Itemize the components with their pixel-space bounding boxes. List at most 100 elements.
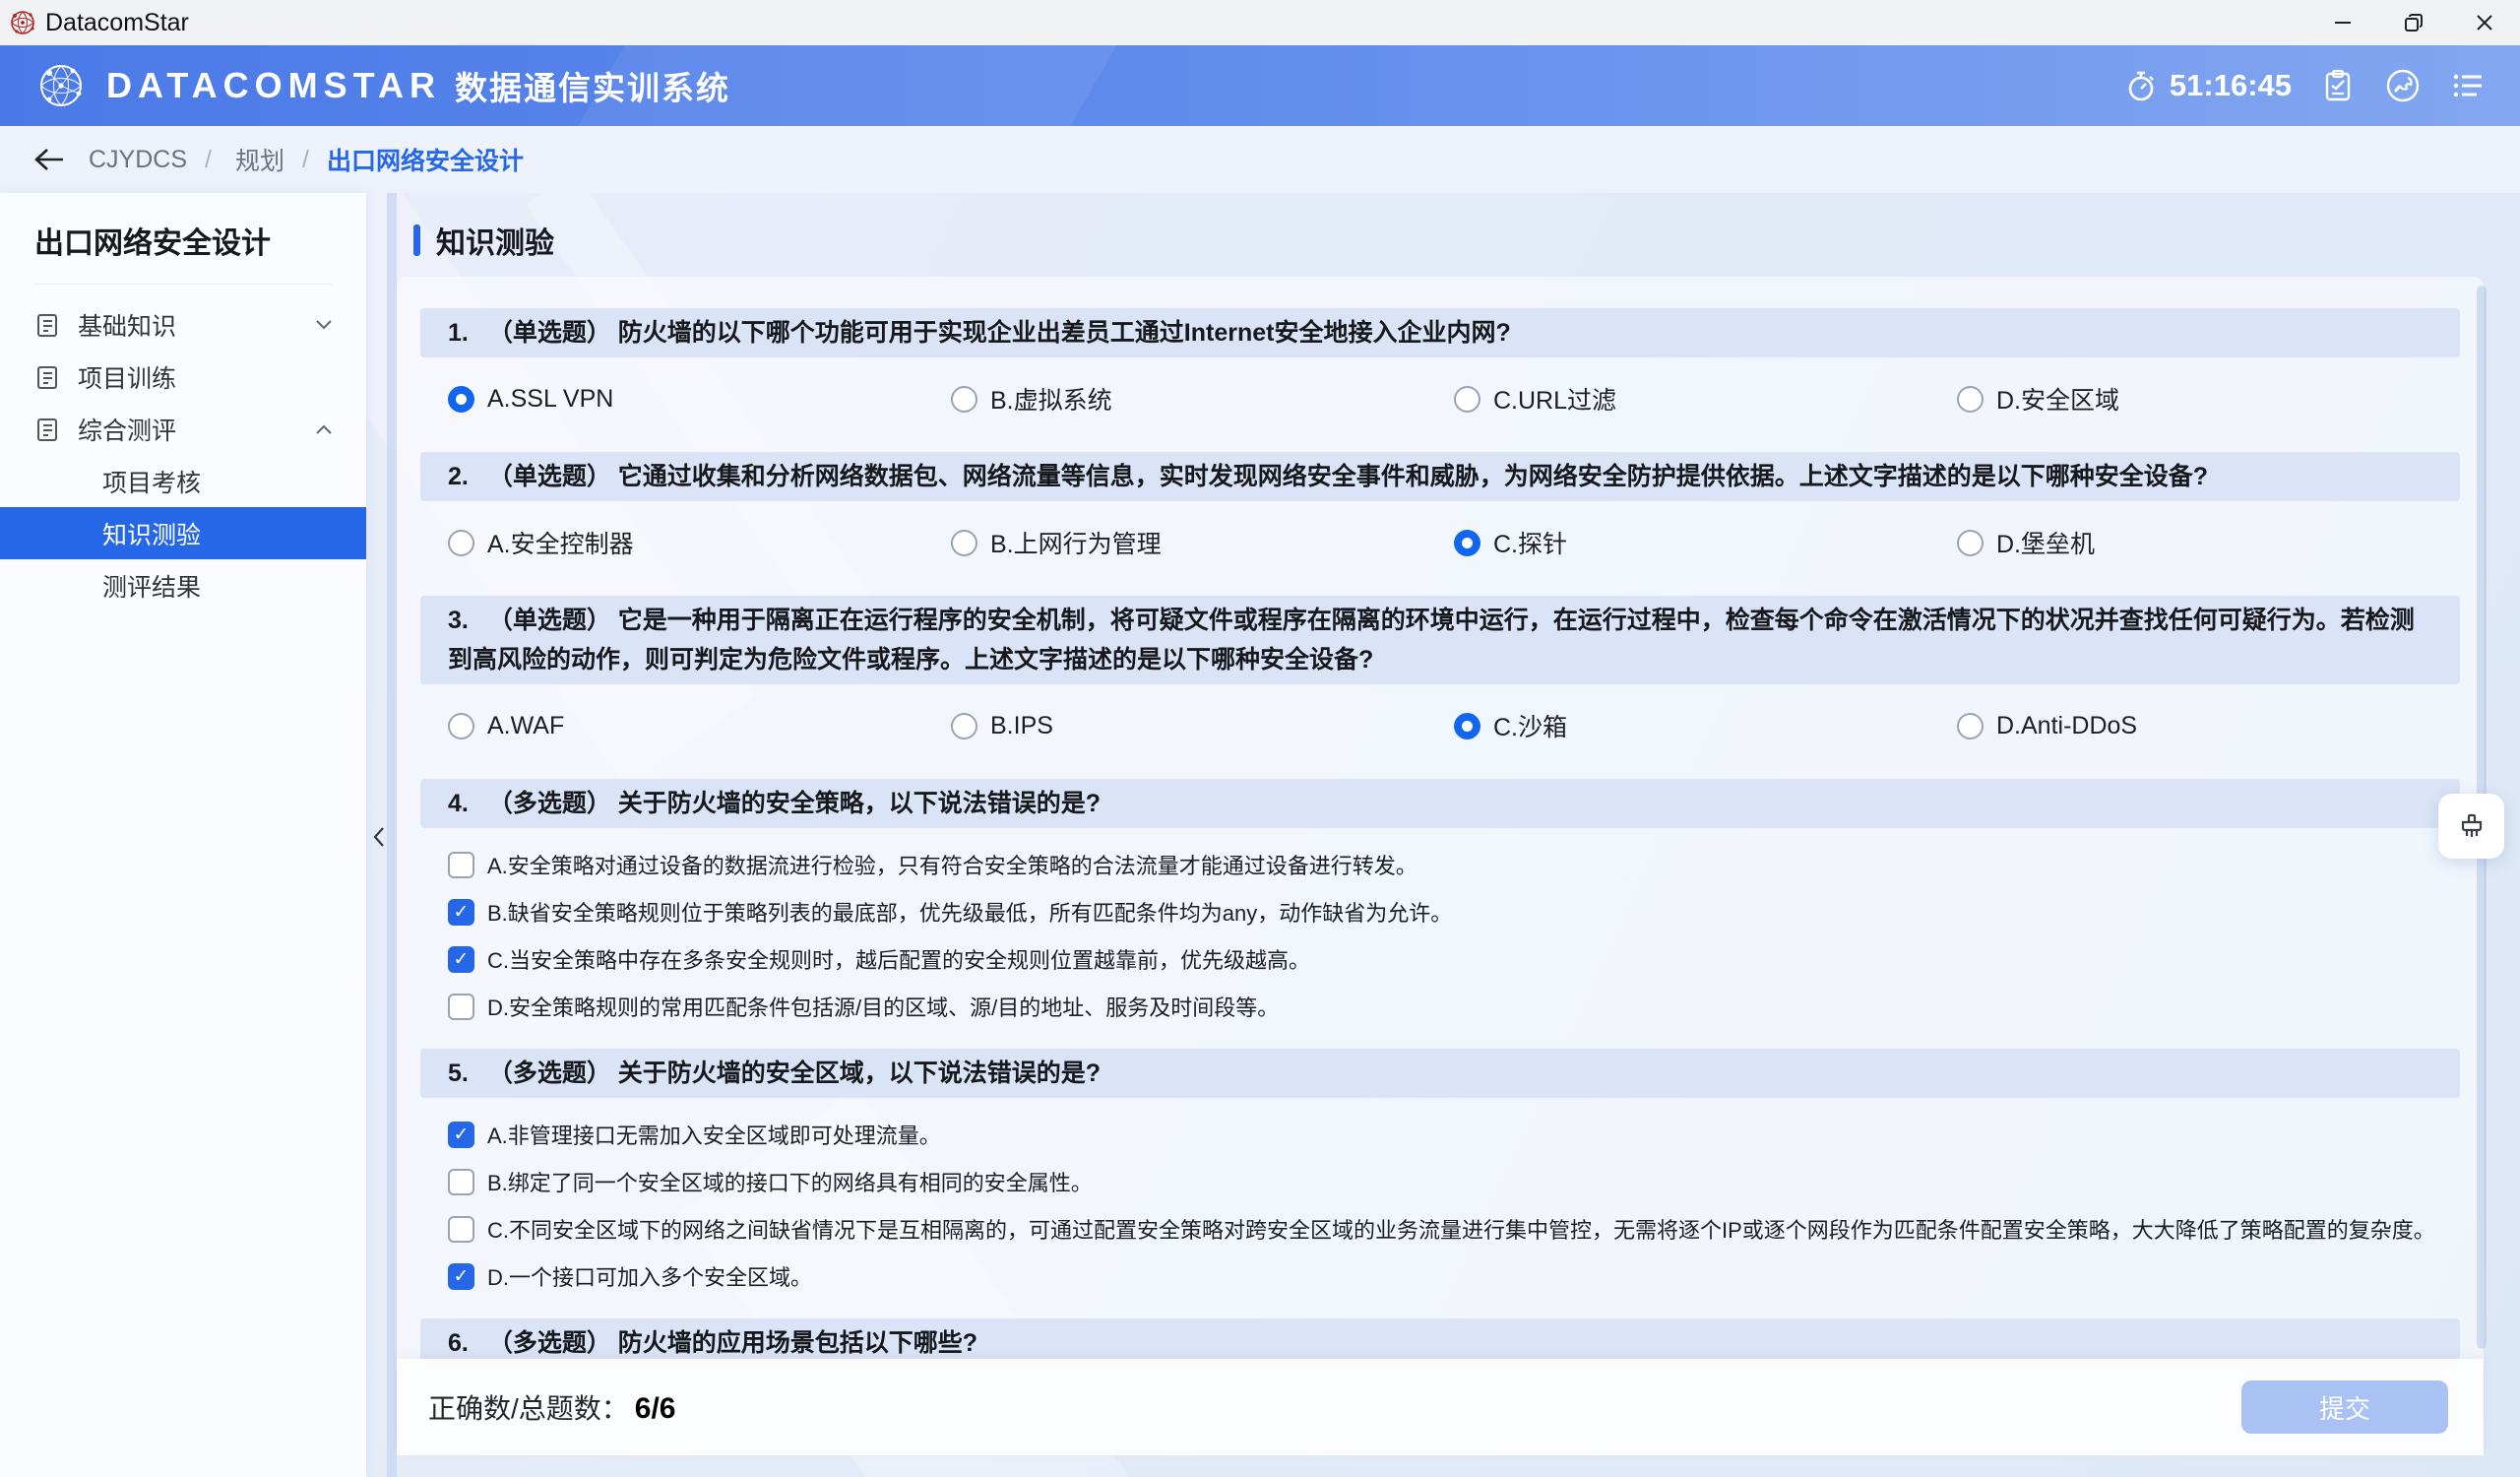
radio-icon bbox=[448, 713, 474, 739]
checkbox-icon bbox=[448, 994, 474, 1020]
window-controls bbox=[2307, 0, 2520, 45]
radio-option[interactable]: A.WAF bbox=[448, 702, 951, 749]
maximize-button[interactable] bbox=[2378, 0, 2449, 45]
clean-tool-button[interactable] bbox=[2438, 794, 2504, 859]
options-group: A.安全策略对通过设备的数据流进行检验，只有符合安全策略的合法流量才能通过设备进… bbox=[448, 848, 2460, 1023]
breadcrumb-current: 出口网络安全设计 bbox=[327, 142, 524, 177]
radio-icon bbox=[1957, 386, 1984, 413]
globe-logo-icon bbox=[35, 60, 87, 111]
radio-option[interactable]: B.虚拟系统 bbox=[951, 375, 1454, 422]
divider bbox=[34, 284, 332, 285]
sidebar-item-project-training[interactable]: 项目训练 bbox=[0, 351, 366, 403]
radio-option[interactable]: B.上网行为管理 bbox=[951, 519, 1454, 566]
option-label: C.不同安全区域下的网络之间缺省情况下是互相隔离的，可通过配置安全策略对跨安全区… bbox=[487, 1213, 2435, 1245]
sidebar-subitem-assessment-result[interactable]: 测评结果 bbox=[0, 559, 366, 611]
question-header: 3.（单选题） 它是一种用于隔离正在运行程序的安全机制，将可疑文件或程序在隔离的… bbox=[420, 596, 2460, 684]
collapse-sidebar-button[interactable] bbox=[366, 815, 392, 859]
question-block: 1. （单选题） 防火墙的以下哪个功能可用于实现企业出差员工通过Internet安… bbox=[420, 308, 2460, 422]
minimize-button[interactable] bbox=[2307, 0, 2378, 45]
app-title: DatacomStar bbox=[45, 9, 189, 37]
option-label: A.非管理接口无需加入安全区域即可处理流量。 bbox=[487, 1119, 941, 1150]
question-text: （多选题） 防火墙的应用场景包括以下哪些? bbox=[488, 1329, 977, 1357]
checkbox-option[interactable]: A.安全策略对通过设备的数据流进行检验，只有符合安全策略的合法流量才能通过设备进… bbox=[448, 848, 2460, 881]
app-logo-icon bbox=[8, 8, 37, 37]
radio-option[interactable]: D.堡垒机 bbox=[1957, 519, 2460, 566]
radio-option[interactable]: D.安全区域 bbox=[1957, 375, 2460, 422]
chevron-down-icon bbox=[315, 319, 333, 331]
radio-option[interactable]: D.Anti-DDoS bbox=[1957, 702, 2460, 749]
radio-option[interactable]: C.URL过滤 bbox=[1454, 375, 1957, 422]
back-arrow-icon[interactable] bbox=[33, 147, 65, 172]
option-label: D.一个接口可加入多个安全区域。 bbox=[487, 1260, 812, 1292]
question-text: （单选题） 防火墙的以下哪个功能可用于实现企业出差员工通过Internet安全地… bbox=[488, 319, 1511, 347]
report-clipboard-icon[interactable] bbox=[2319, 67, 2357, 104]
option-label: C.当安全策略中存在多条安全规则时，越后配置的安全规则位置越靠前，优先级越高。 bbox=[487, 943, 1310, 975]
checkbox-option[interactable]: D.安全策略规则的常用匹配条件包括源/目的区域、源/目的地址、服务及时间段等。 bbox=[448, 990, 2460, 1023]
tools-wrench-icon[interactable] bbox=[2384, 67, 2422, 104]
radio-selected-icon bbox=[1454, 713, 1480, 739]
question-number: 3. bbox=[448, 607, 469, 634]
brand-name: DATACOMSTAR bbox=[106, 65, 441, 106]
score-label: 正确数/总题数： bbox=[428, 1393, 629, 1424]
question-number: 4. bbox=[448, 790, 469, 817]
option-label: B.绑定了同一个安全区域的接口下的网络具有相同的安全属性。 bbox=[487, 1166, 1093, 1197]
options-group: A.安全控制器 B.上网行为管理 C.探针D.堡垒机 bbox=[448, 519, 2460, 566]
chevron-up-icon bbox=[315, 423, 333, 435]
checkbox-option[interactable]: ✓ D.一个接口可加入多个安全区域。 bbox=[448, 1259, 2460, 1293]
question-list: 1. （单选题） 防火墙的以下哪个功能可用于实现企业出差员工通过Internet安… bbox=[420, 308, 2460, 1359]
option-label: B.上网行为管理 bbox=[990, 525, 1162, 560]
score-summary: 正确数/总题数：6/6 bbox=[428, 1387, 676, 1427]
options-group: A.SSL VPN B.虚拟系统 C.URL过滤 D.安全区域 bbox=[448, 375, 2460, 422]
checkbox-option[interactable]: ✓B.缺省安全策略规则位于策略列表的最底部，优先级最低，所有匹配条件均为any，… bbox=[448, 895, 2460, 929]
options-group: A.WAF B.IPS C.沙箱 D.Anti-DDoS bbox=[448, 702, 2460, 749]
question-number: 5. bbox=[448, 1060, 469, 1087]
sidebar-title: 出口网络安全设计 bbox=[34, 219, 366, 262]
question-header: 1. （单选题） 防火墙的以下哪个功能可用于实现企业出差员工通过Internet安… bbox=[420, 308, 2460, 357]
question-header: 6.（多选题） 防火墙的应用场景包括以下哪些? bbox=[420, 1318, 2460, 1359]
question-block: 2.（单选题） 它通过收集和分析网络数据包、网络流量等信息，实时发现网络安全事件… bbox=[420, 452, 2460, 566]
option-label: B.IPS bbox=[990, 712, 1053, 740]
score-value: 6/6 bbox=[635, 1392, 676, 1425]
radio-option[interactable]: A.安全控制器 bbox=[448, 519, 951, 566]
breadcrumb-item-cjydcs[interactable]: CJYDCS bbox=[89, 146, 187, 174]
sidebar-item-basic-knowledge[interactable]: 基础知识 bbox=[0, 298, 366, 351]
system-name: 数据通信实训系统 bbox=[455, 62, 730, 109]
radio-option[interactable]: C.探针 bbox=[1454, 519, 1957, 566]
checkbox-option[interactable]: ✓C.当安全策略中存在多条安全规则时，越后配置的安全规则位置越靠前，优先级越高。 bbox=[448, 942, 2460, 976]
close-button[interactable] bbox=[2449, 0, 2520, 45]
radio-option[interactable]: A.SSL VPN bbox=[448, 375, 951, 422]
breadcrumb-item-plan[interactable]: 规划 bbox=[235, 142, 284, 177]
app-header: DATACOMSTAR 数据通信实训系统 51:16:45 bbox=[0, 45, 2520, 126]
checkbox-checked-icon: ✓ bbox=[448, 1263, 474, 1290]
radio-option[interactable]: C.沙箱 bbox=[1454, 702, 1957, 749]
stopwatch-icon bbox=[2122, 67, 2160, 104]
sidebar-item-comprehensive-assessment[interactable]: 综合测评 bbox=[0, 403, 366, 455]
question-block: 4. （多选题） 关于防火墙的安全策略，以下说法错误的是? A.安全策略对通过设备的… bbox=[420, 779, 2460, 1023]
sidebar-subitem-project-exam[interactable]: 项目考核 bbox=[0, 455, 366, 507]
radio-icon bbox=[951, 530, 977, 556]
question-number: 1. bbox=[448, 319, 469, 347]
radio-icon bbox=[951, 713, 977, 739]
checkbox-checked-icon: ✓ bbox=[448, 899, 474, 926]
radio-option[interactable]: B.IPS bbox=[951, 702, 1454, 749]
submit-button[interactable]: 提交 bbox=[2241, 1381, 2448, 1434]
brush-icon bbox=[2456, 810, 2488, 842]
checkbox-option[interactable]: C.不同安全区域下的网络之间缺省情况下是互相隔离的，可通过配置安全策略对跨安全区… bbox=[448, 1212, 2460, 1246]
section-header: 知识测验 bbox=[413, 219, 554, 262]
breadcrumb-separator: / bbox=[302, 146, 309, 174]
question-block: 5.（多选题） 关于防火墙的安全区域，以下说法错误的是?✓A.非管理接口无需加入… bbox=[420, 1049, 2460, 1293]
option-label: B.虚拟系统 bbox=[990, 381, 1112, 417]
radio-icon bbox=[1454, 386, 1480, 413]
sidebar-subitem-knowledge-test[interactable]: 知识测验 bbox=[0, 507, 366, 559]
option-label: C.沙箱 bbox=[1493, 708, 1567, 743]
checkbox-option[interactable]: ✓A.非管理接口无需加入安全区域即可处理流量。 bbox=[448, 1118, 2460, 1151]
question-text: （多选题） 关于防火墙的安全策略，以下说法错误的是? bbox=[488, 790, 1101, 817]
question-text: （单选题） 它是一种用于隔离正在运行程序的安全机制，将可疑文件或程序在隔离的环境… bbox=[448, 607, 2415, 674]
option-label: C.URL过滤 bbox=[1493, 381, 1616, 417]
question-text: （单选题） 它通过收集和分析网络数据包、网络流量等信息，实时发现网络安全事件和威… bbox=[488, 463, 2208, 490]
quiz-footer: 正确数/总题数：6/6 提交 bbox=[397, 1359, 2484, 1455]
menu-list-icon[interactable] bbox=[2449, 67, 2487, 104]
radio-selected-icon bbox=[1454, 530, 1480, 556]
checkbox-option[interactable]: B.绑定了同一个安全区域的接口下的网络具有相同的安全属性。 bbox=[448, 1165, 2460, 1198]
radio-icon bbox=[448, 530, 474, 556]
